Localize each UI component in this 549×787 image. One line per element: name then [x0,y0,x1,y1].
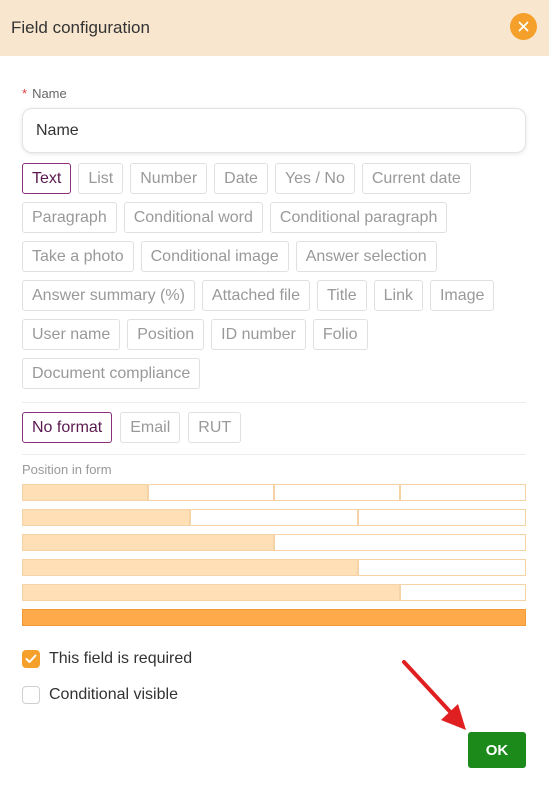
field-type-chip[interactable]: Conditional image [140,241,289,272]
field-type-chip[interactable]: Attached file [201,280,310,311]
position-row [22,509,526,526]
field-type-chip[interactable]: Link [373,280,423,311]
required-checkbox[interactable] [22,650,40,668]
field-type-chip[interactable]: Conditional paragraph [269,202,448,233]
position-row [22,559,526,576]
check-icon [25,654,37,663]
name-label-text: Name [32,86,67,101]
position-row [22,534,526,551]
field-type-chip[interactable]: Folio [312,319,368,350]
field-type-chip[interactable]: Conditional word [123,202,263,233]
name-input[interactable] [22,108,526,153]
dialog-title: Field configuration [11,18,150,37]
position-segment[interactable] [22,609,526,626]
position-label: Position in form [22,462,112,477]
field-type-chip[interactable]: Image [429,280,495,311]
format-chip[interactable]: RUT [188,412,242,443]
divider [22,402,526,403]
format-chip[interactable]: Email [120,412,181,443]
field-type-chip[interactable]: Yes / No [274,163,355,194]
position-segment[interactable] [22,484,148,501]
field-type-chip[interactable]: Title [316,280,367,311]
required-asterisk: * [22,86,28,101]
field-type-chip[interactable]: Number [130,163,208,194]
position-row [22,609,526,626]
position-segment[interactable] [22,509,190,526]
position-segment[interactable] [358,509,526,526]
position-row [22,484,526,501]
name-label: * Name [22,86,67,101]
field-type-chip[interactable]: Current date [361,163,471,194]
close-button[interactable] [510,13,537,40]
field-type-chip[interactable]: Take a photo [22,241,134,272]
field-type-chip[interactable]: Date [214,163,268,194]
position-segment[interactable] [190,509,358,526]
field-type-chip[interactable]: Answer summary (%) [22,280,195,311]
field-type-chip[interactable]: List [78,163,124,194]
field-type-chip[interactable]: User name [22,319,121,350]
field-type-chip[interactable]: Paragraph [22,202,117,233]
position-segment[interactable] [358,559,526,576]
format-chips: No format Email RUT [22,412,242,443]
field-type-chip[interactable]: Document compliance [22,358,201,389]
position-grid [22,484,526,634]
field-type-chips: Text List Number Date Yes / No Current date Pa… [22,163,532,389]
field-type-chip[interactable]: ID number [211,319,306,350]
conditional-checkbox-row[interactable]: Conditional visible [22,686,178,704]
red-arrow-icon [402,660,466,730]
field-type-chip[interactable]: Position [127,319,205,350]
position-segment[interactable] [274,534,526,551]
position-segment[interactable] [22,559,358,576]
position-segment[interactable] [400,584,526,601]
position-row [22,584,526,601]
conditional-checkbox[interactable] [22,686,40,704]
format-chip[interactable]: No format [22,412,113,443]
required-checkbox-row[interactable]: This field is required [22,650,192,668]
close-icon [518,21,529,32]
field-type-chip[interactable]: Answer selection [295,241,437,272]
position-segment[interactable] [400,484,526,501]
conditional-label: Conditional visible [49,686,178,703]
divider [22,454,526,455]
ok-button[interactable]: OK [468,732,526,768]
position-segment[interactable] [22,584,400,601]
position-segment[interactable] [274,484,400,501]
field-type-chip[interactable]: Text [22,163,72,194]
position-segment[interactable] [148,484,274,501]
position-segment[interactable] [22,534,274,551]
required-label: This field is required [49,650,193,667]
dialog-header: Field configuration [0,0,549,56]
